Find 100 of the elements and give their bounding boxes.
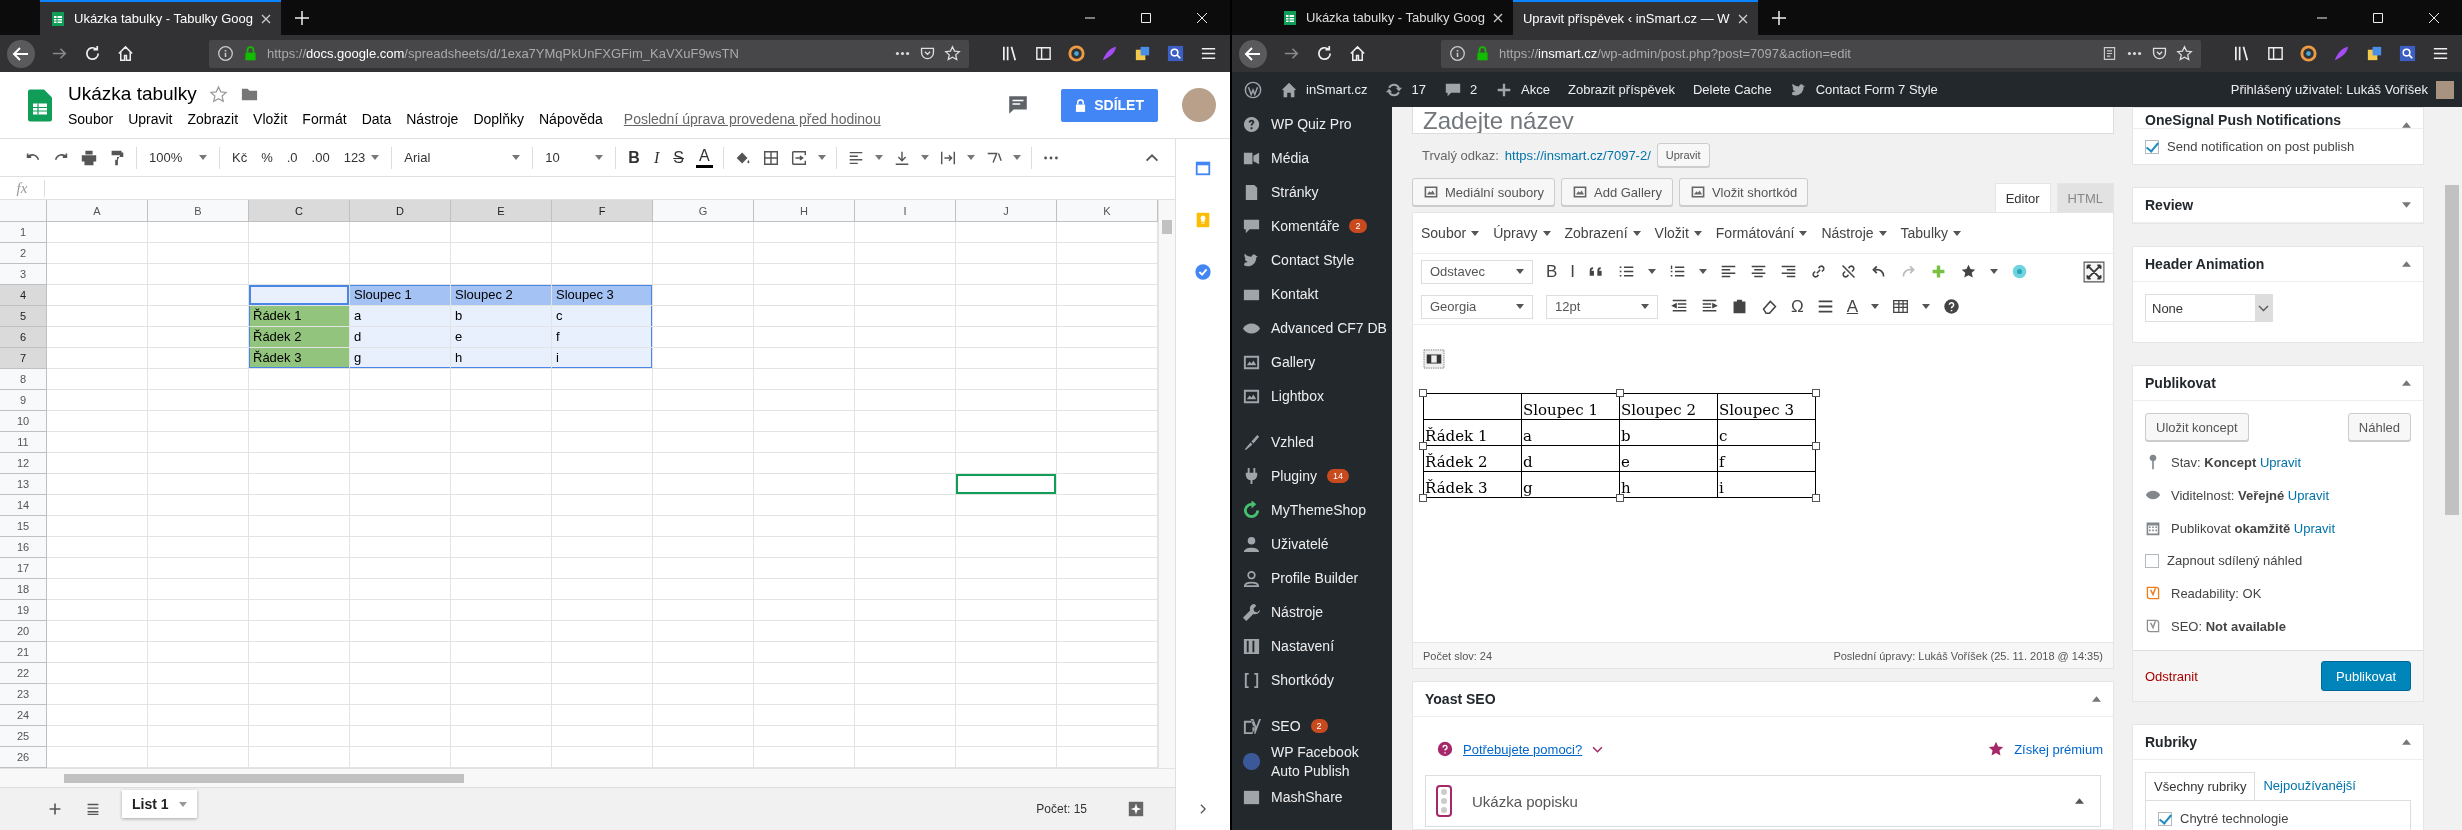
collapse-icon[interactable]: [2402, 261, 2411, 267]
column-header[interactable]: B: [148, 200, 249, 222]
italic-button[interactable]: I: [651, 148, 662, 167]
preview-button[interactable]: Náhled: [2347, 413, 2411, 441]
row-header[interactable]: 24: [0, 705, 47, 726]
info-icon[interactable]: [217, 45, 234, 62]
bullet-list-icon[interactable]: [1618, 263, 1636, 280]
back-icon[interactable]: [6, 38, 36, 69]
column-header[interactable]: K: [1057, 200, 1158, 222]
explore-icon[interactable]: [1127, 800, 1145, 818]
media-button[interactable]: Add Gallery: [1561, 178, 1673, 206]
row-header[interactable]: 2: [0, 243, 47, 264]
row-header[interactable]: 25: [0, 726, 47, 747]
sidebar-item[interactable]: Nastavení: [1232, 629, 1392, 663]
info-icon[interactable]: [1449, 45, 1466, 62]
extension-icon[interactable]: [1133, 44, 1152, 63]
share-button[interactable]: SDÍLET: [1061, 88, 1158, 122]
caret-icon[interactable]: [874, 155, 883, 160]
caret-icon[interactable]: [1990, 269, 1999, 274]
table-icon[interactable]: [1892, 298, 1910, 315]
edit-link[interactable]: Upravit: [2259, 454, 2302, 470]
row-header[interactable]: 20: [0, 621, 47, 642]
caret-icon[interactable]: [1922, 304, 1931, 309]
checkbox[interactable]: [2145, 139, 2159, 154]
pocket-icon[interactable]: [919, 45, 936, 62]
row-header[interactable]: 6: [0, 327, 47, 348]
plugin-link[interactable]: Contact Form 7 Style: [1789, 80, 1938, 99]
sidebar-item[interactable]: Lightbox: [1232, 379, 1392, 413]
close-icon[interactable]: [1737, 13, 1748, 24]
align-left-icon[interactable]: [1720, 263, 1738, 280]
reader-view-icon[interactable]: [2101, 45, 2118, 62]
user-link[interactable]: Přihlášený uživatel: Lukáš Voříšek: [2230, 80, 2454, 99]
star-icon[interactable]: [208, 84, 228, 104]
gallery-placeholder-icon[interactable]: [1423, 349, 1445, 369]
color-wheel-icon[interactable]: [2299, 44, 2318, 63]
text-color-button[interactable]: A: [1846, 296, 1859, 317]
help-icon[interactable]: [1943, 298, 1961, 315]
bold-button[interactable]: B: [626, 148, 642, 167]
media-button[interactable]: Mediální soubory: [1412, 178, 1555, 206]
sheet-tab[interactable]: List 1: [122, 790, 197, 818]
menu-item[interactable]: Soubor: [1421, 225, 1480, 241]
row-header[interactable]: 13: [0, 474, 47, 495]
caret-icon[interactable]: [920, 155, 929, 160]
sidebar-item[interactable]: Advanced CF7 DB: [1232, 311, 1392, 345]
sidebar-item[interactable]: Kontakt: [1232, 277, 1392, 311]
resize-handle[interactable]: [1615, 389, 1624, 397]
fullscreen-icon[interactable]: [2083, 260, 2105, 283]
browser-tab[interactable]: Ukázka tabulky - Tabulky Goog: [1272, 0, 1513, 35]
home-icon[interactable]: [1348, 44, 1367, 63]
editor-table[interactable]: Sloupec 1 Sloupec 2 Sloupec 3 Řádek 1 a b c Řádek 2 d e f Řádek 3 g h i: [1423, 393, 1816, 498]
chevron-down-icon[interactable]: [1592, 745, 1604, 753]
caret-icon[interactable]: [1012, 155, 1021, 160]
menu-item[interactable]: Vložit: [253, 111, 288, 127]
row-header[interactable]: 15: [0, 516, 47, 537]
row-header[interactable]: 26: [0, 747, 47, 768]
caret-icon[interactable]: [1871, 304, 1880, 309]
menu-item[interactable]: Nástroje: [1821, 225, 1887, 241]
horizontal-scrollbar[interactable]: [0, 768, 1175, 787]
back-icon[interactable]: [1238, 38, 1268, 69]
sidebar-icon[interactable]: [2266, 44, 2285, 63]
sidebar-item[interactable]: Gallery: [1232, 345, 1392, 379]
menu-item[interactable]: Vložit: [1654, 225, 1702, 241]
menu-item[interactable]: Formát: [302, 111, 347, 127]
merge-cells-icon[interactable]: [789, 148, 808, 167]
sidebar-item[interactable]: WP Quiz Pro: [1232, 107, 1392, 141]
menu-item[interactable]: Data: [361, 111, 392, 127]
expand-icon[interactable]: [2402, 202, 2411, 208]
number-format-dropdown[interactable]: 123: [341, 150, 382, 165]
row-header[interactable]: 19: [0, 600, 47, 621]
column-header[interactable]: F: [552, 200, 653, 222]
last-edit-link[interactable]: Poslední úprava provedena před hodinou: [623, 111, 881, 127]
sidebar-item[interactable]: Média: [1232, 141, 1392, 175]
checkbox[interactable]: [2158, 811, 2172, 826]
maximize-icon[interactable]: [2372, 11, 2384, 24]
collapse-icon[interactable]: [2402, 739, 2411, 745]
sidebar-item[interactable]: Komentáře 2: [1232, 209, 1392, 243]
close-icon[interactable]: [1492, 12, 1503, 23]
row-header[interactable]: 5: [0, 306, 47, 327]
column-header[interactable]: H: [754, 200, 855, 222]
sidebar-item[interactable]: Nástroje: [1232, 595, 1392, 629]
category-checkbox[interactable]: Chytré technologie: [2146, 801, 2410, 830]
eraser-icon[interactable]: [1761, 298, 1778, 315]
resize-handle[interactable]: [1419, 441, 1427, 450]
align-center-icon[interactable]: [1750, 263, 1768, 280]
menu-item[interactable]: Upravit: [128, 111, 173, 127]
document-title[interactable]: Ukázka tabulky: [68, 83, 197, 105]
column-header[interactable]: G: [653, 200, 754, 222]
italic-button[interactable]: I: [1570, 261, 1576, 282]
edit-permalink-button[interactable]: Upravit: [1656, 143, 1710, 167]
checkbox[interactable]: [2145, 553, 2159, 568]
help-link[interactable]: Potřebujete pomoci?: [1463, 741, 1583, 757]
increase-decimals-button[interactable]: .00: [309, 150, 332, 165]
menu-item[interactable]: Nápověda: [539, 111, 603, 127]
column-header[interactable]: A: [47, 200, 148, 222]
sidebar-item[interactable]: Profile Builder: [1232, 561, 1392, 595]
align-right-icon[interactable]: [1780, 263, 1798, 280]
edit-link[interactable]: Upravit: [2287, 487, 2330, 503]
zoom-dropdown[interactable]: 100%: [147, 150, 209, 165]
resize-handle[interactable]: [1419, 494, 1427, 502]
resize-handle[interactable]: [1419, 389, 1427, 397]
